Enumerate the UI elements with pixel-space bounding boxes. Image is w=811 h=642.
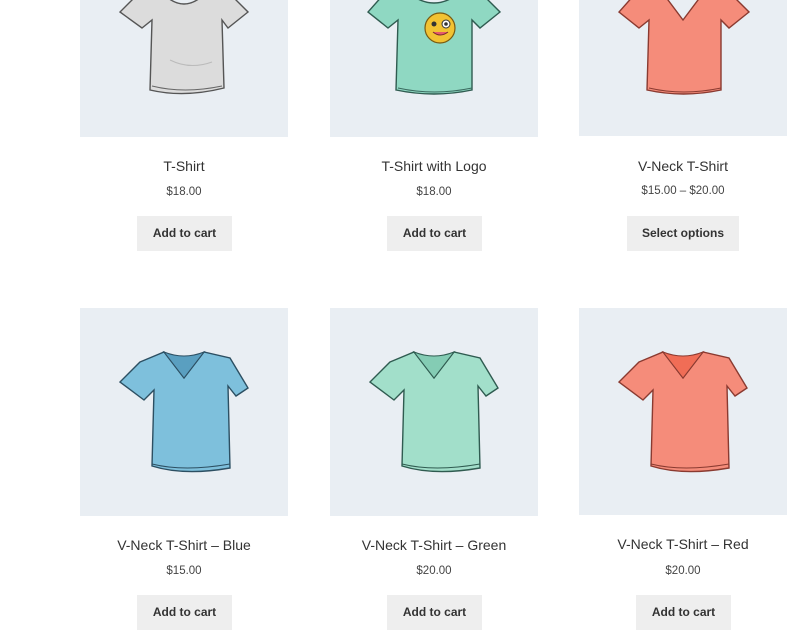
product-grid: T-Shirt $18.00 Add to cart T-Shirt with … <box>0 0 811 642</box>
product-title[interactable]: V-Neck T-Shirt – Blue <box>80 537 288 553</box>
product-title[interactable]: V-Neck T-Shirt <box>579 158 787 174</box>
product-price: $15.00 <box>166 565 202 577</box>
product-image-link[interactable] <box>330 0 538 137</box>
product-image-link[interactable] <box>80 0 288 137</box>
product-card: T-Shirt $18.00 Add to cart <box>80 0 288 251</box>
product-price: $18.00 <box>416 186 452 198</box>
add-to-cart-button[interactable]: Add to cart <box>137 216 232 251</box>
product-image-link[interactable] <box>579 0 787 136</box>
emoji-logo-icon <box>424 12 456 44</box>
plain-tshirt-icon <box>118 0 250 95</box>
product-title[interactable]: T-Shirt <box>80 158 288 174</box>
product-card: V-Neck T-Shirt – Red $20.00 Add to cart <box>579 308 787 630</box>
vneck-tshirt-icon <box>368 350 499 473</box>
logo-tshirt-icon <box>366 0 502 95</box>
product-image-link[interactable] <box>330 308 538 516</box>
vneck-tshirt-icon <box>617 0 751 95</box>
product-price: $18.00 <box>166 186 202 198</box>
product-title[interactable]: V-Neck T-Shirt – Green <box>330 537 538 553</box>
product-image-link[interactable] <box>579 308 787 515</box>
add-to-cart-button[interactable]: Add to cart <box>387 216 482 251</box>
product-image <box>579 308 787 515</box>
shirt-body <box>617 0 751 95</box>
product-card: V-Neck T-Shirt $15.00 – $20.00 Select op… <box>579 0 787 251</box>
product-card: V-Neck T-Shirt – Blue $15.00 Add to cart <box>80 308 288 630</box>
product-image-link[interactable] <box>80 308 288 516</box>
product-title[interactable]: V-Neck T-Shirt – Red <box>579 536 787 552</box>
shirt-body <box>118 0 250 95</box>
product-price: $20.00 <box>665 565 701 577</box>
product-title[interactable]: T-Shirt with Logo <box>330 158 538 174</box>
select-options-button[interactable]: Select options <box>627 216 739 251</box>
product-card: T-Shirt with Logo $18.00 Add to cart <box>330 0 538 251</box>
product-price: $20.00 <box>416 565 452 577</box>
vneck-tshirt-icon <box>617 350 748 473</box>
product-image <box>330 308 538 516</box>
add-to-cart-button[interactable]: Add to cart <box>387 595 482 630</box>
vneck-tshirt-icon <box>118 350 249 473</box>
product-image <box>579 0 787 136</box>
product-price: $15.00 – $20.00 <box>641 185 725 197</box>
product-card: V-Neck T-Shirt – Green $20.00 Add to car… <box>330 308 538 630</box>
product-image <box>330 0 538 137</box>
product-image <box>80 308 288 516</box>
product-image <box>80 0 288 137</box>
add-to-cart-button[interactable]: Add to cart <box>137 595 232 630</box>
add-to-cart-button[interactable]: Add to cart <box>636 595 731 630</box>
